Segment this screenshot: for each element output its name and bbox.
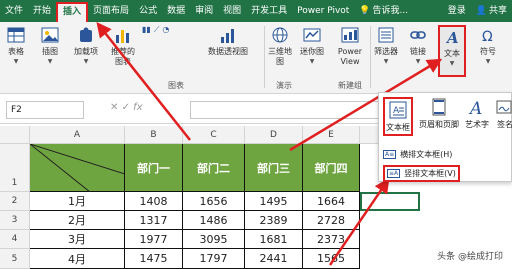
vertical-textbox-icon: ≡A	[387, 169, 401, 178]
wordart-button[interactable]: A 艺术字	[465, 97, 489, 130]
textbox-label: 文本框	[386, 123, 410, 132]
svg-text:A: A	[468, 99, 482, 117]
signature-button[interactable]: 签名	[495, 97, 512, 130]
textbox-button[interactable]: A 文本框	[383, 97, 413, 136]
wordart-icon: A	[468, 99, 482, 117]
textbox-icon: A	[389, 101, 407, 119]
wordart-label: 艺术字	[465, 120, 489, 129]
vertical-textbox-item[interactable]: ≡A 竖排文本框(V)	[383, 165, 460, 182]
horizontal-textbox-item[interactable]: A≡ 横排文本框(H)	[383, 149, 452, 160]
arrow-to-vertical-textbox	[328, 177, 390, 266]
watermark: 头条 @绘成打印	[434, 248, 506, 263]
vertical-textbox-label: 竖排文本框(V)	[404, 169, 456, 178]
arrow-to-insert-tab	[96, 22, 191, 141]
header-footer-icon	[432, 98, 446, 116]
header-footer-button[interactable]: 页眉和页脚	[419, 97, 459, 130]
horizontal-textbox-label: 横排文本框(H)	[400, 150, 453, 159]
horizontal-textbox-icon: A≡	[383, 150, 397, 159]
watermark-text: 头条 @绘成打印	[437, 252, 503, 262]
signature-icon	[496, 100, 512, 114]
signature-label: 签名	[497, 120, 512, 129]
header-footer-label: 页眉和页脚	[419, 120, 459, 129]
text-dropdown: A 文本框 页眉和页脚 A 艺术字 签名 A≡ 横排文本框(H) ≡A 竖排文本…	[378, 92, 512, 182]
